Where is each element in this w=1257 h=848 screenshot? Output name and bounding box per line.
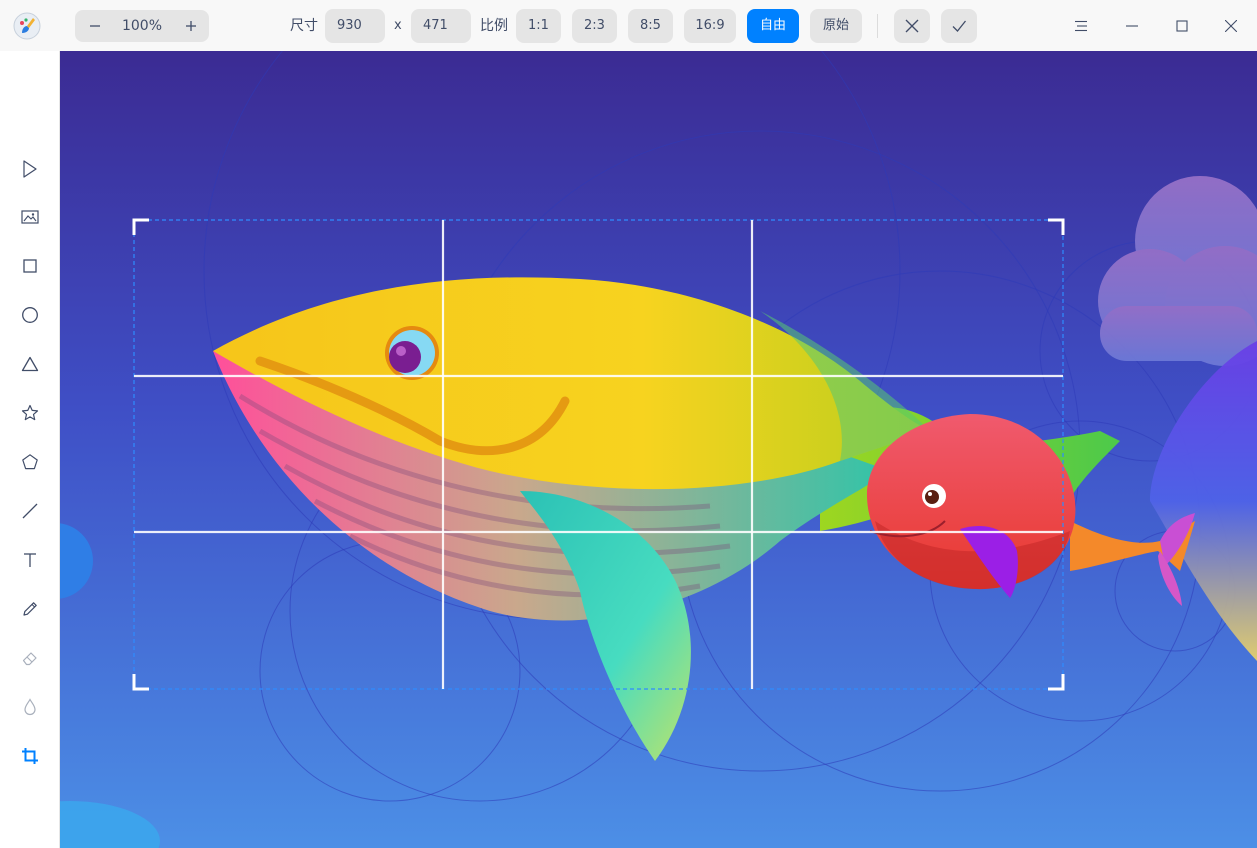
crop-height-input[interactable]: 471 (411, 9, 471, 43)
tool-crop[interactable] (15, 741, 45, 771)
ratio-1-1-button[interactable]: 1:1 (516, 9, 561, 43)
minus-icon (90, 25, 100, 27)
crop-icon (22, 748, 38, 764)
star-icon (21, 404, 39, 421)
triangle-icon (21, 356, 39, 372)
tool-star[interactable] (15, 398, 45, 428)
tool-blur[interactable] (15, 692, 45, 722)
blur-icon (24, 698, 36, 716)
times-label: x (394, 18, 402, 33)
ellipse-icon (22, 307, 38, 323)
ratio-2-3-button[interactable]: 2:3 (572, 9, 617, 43)
rectangle-icon (23, 259, 37, 273)
tool-image[interactable] (15, 202, 45, 232)
size-label: 尺寸 (290, 18, 318, 34)
zoom-value[interactable]: 100% (113, 10, 171, 42)
tool-select[interactable] (15, 154, 45, 184)
plus-icon (186, 21, 196, 31)
tool-polygon[interactable] (15, 447, 45, 477)
maximize-button[interactable] (1164, 8, 1200, 44)
ratio-16-9-button[interactable]: 16:9 (684, 9, 736, 43)
ratio-label: 比例 (480, 18, 508, 34)
tool-ellipse[interactable] (15, 300, 45, 330)
minimize-icon (1126, 25, 1138, 27)
canvas-image (60, 51, 1257, 848)
tool-line[interactable] (15, 496, 45, 526)
title-toolbar: 100% 尺寸 930 x 471 比例 1:1 2:3 8:5 16:9 自由… (0, 0, 1257, 52)
zoom-control: 100% (75, 10, 209, 42)
ratio-8-5-button[interactable]: 8:5 (628, 9, 673, 43)
line-icon (22, 503, 38, 519)
cancel-crop-button[interactable] (894, 9, 930, 43)
check-icon (952, 20, 967, 32)
toolbar-divider (877, 14, 878, 38)
zoom-out-button[interactable] (77, 10, 113, 42)
original-ratio-button[interactable]: 原始 (810, 9, 862, 43)
tool-sidebar (0, 51, 60, 848)
free-ratio-button[interactable]: 自由 (747, 9, 799, 43)
app-logo-icon (13, 12, 41, 40)
tool-text[interactable] (15, 545, 45, 575)
close-window-icon (1225, 20, 1237, 32)
tool-eraser[interactable] (15, 643, 45, 673)
hamburger-icon (1075, 20, 1087, 32)
close-icon (905, 19, 919, 33)
crop-width-input[interactable]: 930 (325, 9, 385, 43)
maximize-icon (1176, 20, 1188, 32)
draw-app-window: 100% 尺寸 930 x 471 比例 1:1 2:3 8:5 16:9 自由… (0, 0, 1257, 848)
select-icon (23, 160, 37, 178)
text-icon (24, 553, 36, 567)
menu-button[interactable] (1063, 8, 1099, 44)
close-window-button[interactable] (1213, 8, 1249, 44)
pencil-icon (23, 602, 37, 616)
eraser-icon (22, 652, 37, 666)
tool-triangle[interactable] (15, 349, 45, 379)
tool-rectangle[interactable] (15, 251, 45, 281)
polygon-icon (22, 454, 38, 470)
confirm-crop-button[interactable] (941, 9, 977, 43)
drawing-canvas[interactable] (60, 51, 1257, 848)
image-icon (21, 210, 39, 224)
minimize-button[interactable] (1114, 8, 1150, 44)
tool-pencil[interactable] (15, 594, 45, 624)
zoom-in-button[interactable] (173, 10, 209, 42)
